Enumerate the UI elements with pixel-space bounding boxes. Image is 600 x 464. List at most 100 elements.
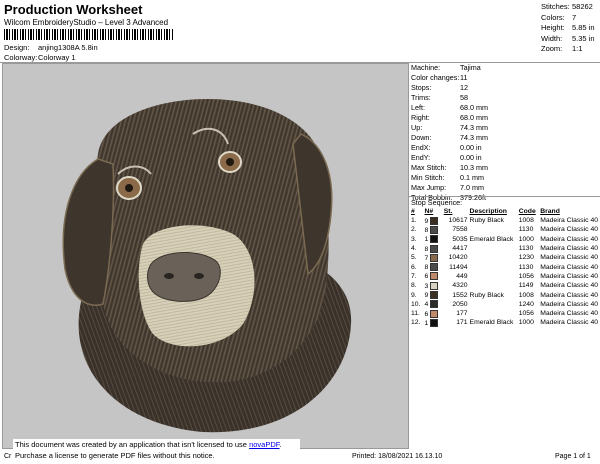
row-description [470,253,519,262]
needle-number: 1 [424,236,429,244]
row-stitches: 10420 [448,254,468,262]
detail-label: Max Jump: [411,183,447,192]
table-header-row: # N# St. Description Code Brand [411,207,600,216]
design-row: Design: anjing1308A 5.8in [4,43,98,52]
table-row: 11. 6 177 1056 Madeira Classic 40 [411,309,600,318]
detail-label: EndY: [411,153,431,162]
row-description [470,309,519,318]
row-needle: 8 [425,244,444,253]
row-stitches: 5035 [452,235,468,243]
row-stitches: 449 [456,272,468,280]
detail-value: 0.1 mm [460,173,484,182]
row-needle: 9 [424,290,444,300]
detail-label: Trims: [411,93,431,102]
row-needle: 9 [425,216,444,225]
summary-value: 5.35 in [572,33,595,43]
row-description: Ruby Black [469,291,504,299]
row-description: Emerald Black [469,319,514,327]
color-swatch [430,272,439,281]
row-code: 1056 [518,272,534,280]
color-swatch [430,253,439,262]
row-code: 1130 [518,226,534,234]
detail-row: Color changes: 11 [411,73,599,83]
row-code: 1230 [518,254,534,262]
detail-label: Max Stitch: [411,163,447,172]
colorway-label: Colorway: [4,53,38,62]
needle-number: 8 [424,226,429,234]
detail-row: Max Jump: 7.0 mm [411,183,599,193]
summary-row: Width: 5.35 in [541,34,598,45]
detail-value: 68.0 mm [460,113,488,122]
row-brand: Madeira Classic 40 [540,272,598,280]
row-stitches: 2050 [452,300,468,308]
row-needle: 4 [425,300,444,309]
needle-number: 9 [424,217,429,225]
license-notice: This document was created by an applicat… [13,439,300,464]
detail-row: Stops: 12 [411,83,599,93]
row-num: 3. [411,235,417,243]
novapdf-link[interactable]: novaPDF [249,440,279,449]
summary-box: Stitches: 58262 Colors: 7 Height: 5.85 in Widt… [541,2,598,55]
row-num: 2. [411,226,417,234]
summary-value: 7 [572,12,577,22]
row-description: Ruby Black [469,217,504,225]
detail-value: 10.3 mm [460,163,488,172]
table-row: 10. 4 2050 1240 Madeira Classic 40 [411,300,600,309]
needle-number: 3 [424,282,429,290]
row-code: 1008 [518,291,534,299]
color-swatch [430,318,439,327]
needle-number: 8 [424,245,429,253]
detail-value: 0.00 in [460,143,482,152]
detail-value: 12 [460,83,468,92]
row-code: 1056 [518,310,534,318]
row-brand: Madeira Classic 40 [540,319,598,327]
colorway-row: Colorway:Colorway 1 [4,53,76,62]
row-description [470,272,519,281]
table-row: 4. 8 4417 1130 Madeira Classic 40 [411,244,600,253]
row-code: 1240 [518,300,534,308]
table-row: 5. 7 10420 1230 Madeira Classic 40 [411,253,600,262]
table-row: 8. 3 4320 1149 Madeira Classic 40 [411,281,600,290]
detail-value: 0.00 in [460,153,482,162]
detail-label: Color changes: [411,73,460,82]
color-swatch [430,309,439,318]
row-description [470,244,519,253]
design-preview [2,63,409,449]
row-stitches: 177 [456,310,468,318]
summary-value: 58262 [572,2,593,11]
needle-number: 9 [424,291,429,299]
row-description [470,281,519,290]
color-swatch [430,291,439,300]
col-code-header: Code [518,208,536,215]
row-brand: Madeira Classic 40 [540,263,598,271]
detail-label: Up: [411,123,423,132]
detail-label: Stops: [411,83,432,92]
row-num: 4. [411,245,417,253]
needle-number: 4 [424,301,429,309]
detail-row: Machine: Tajima [411,63,599,73]
row-num: 10. [411,300,421,308]
row-code: 1008 [518,217,534,225]
detail-value: 58 [460,93,468,102]
detail-value: 68.0 mm [460,103,488,112]
detail-row: Right: 68.0 mm [411,113,599,123]
summary-row: Stitches: 58262 [541,2,598,13]
row-brand: Madeira Classic 40 [540,245,598,253]
col-needle-header: N# [424,208,434,215]
summary-label: Width: [541,33,563,43]
needle-number: 7 [424,254,429,262]
detail-row: Up: 74.3 mm [411,123,599,133]
table-row: 2. 8 7558 1130 Madeira Classic 40 [411,225,600,234]
row-needle: 1 [425,235,444,244]
row-stitches: 7558 [452,226,468,234]
page-title: Production Worksheet [4,2,143,17]
row-brand: Madeira Classic 40 [540,235,598,243]
col-num-header: # [411,208,415,215]
summary-label: Zoom: [541,44,563,53]
detail-value: 74.3 mm [460,123,488,132]
row-stitches: 11494 [449,263,468,271]
color-swatch [430,244,439,253]
color-swatch [430,281,439,290]
colorway-value: Colorway 1 [38,53,76,62]
row-code: 1149 [518,282,534,290]
